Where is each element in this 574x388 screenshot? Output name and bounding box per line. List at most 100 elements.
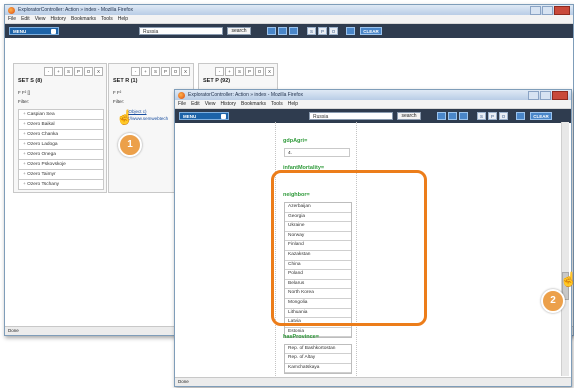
menu-file[interactable]: File (178, 101, 186, 107)
menu-label: MENU (13, 29, 27, 34)
panel-p-button[interactable]: P (161, 67, 170, 76)
list-item[interactable]: Ozero Taimyr (18, 170, 104, 180)
spo-s-button[interactable]: S (307, 27, 316, 35)
gdpagri-value[interactable]: 4. (284, 148, 350, 157)
vertical-scrollbar[interactable] (561, 122, 569, 376)
hand-cursor-icon: ☝ (116, 109, 134, 125)
firefox-icon (8, 6, 15, 14)
spo-p-button[interactable]: P (318, 27, 327, 35)
panel-s-button[interactable]: S (151, 67, 160, 76)
menu-edit[interactable]: Edit (21, 16, 30, 22)
set-s-panel: -+SPOX SET S (8) F F² [] Filter: Caspian… (13, 63, 107, 193)
set-title: SET P (92) (203, 78, 231, 84)
filter-label: Filter: (113, 99, 125, 104)
back-app-toolbar: MENU Russia search S P O CLEAR (5, 24, 573, 38)
attr-hasprovince: hasProvince= (283, 334, 319, 340)
step-1-badge: 1 (118, 133, 142, 157)
chevron-down-icon (221, 114, 226, 119)
front-menu-dropdown[interactable]: MENU (179, 112, 229, 120)
menu-help[interactable]: Help (288, 101, 298, 107)
back-search-input[interactable]: Russia (139, 27, 223, 35)
back-menu-bar: File Edit View History Bookmarks Tools H… (5, 15, 573, 24)
back-menu-dropdown[interactable]: MENU (9, 27, 59, 35)
set-toggles[interactable]: F F² (113, 90, 121, 95)
spo-o-button[interactable]: O (329, 27, 338, 35)
panel-x-button[interactable]: X (265, 67, 274, 76)
menu-file[interactable]: File (8, 16, 16, 22)
firefox-icon (178, 91, 185, 99)
set-title: SET S (8) (18, 78, 43, 84)
set-title: SET R (1) (113, 78, 138, 84)
panel-minus-button[interactable]: - (131, 67, 140, 76)
front-status-bar: Done (175, 377, 571, 386)
hasprovince-list: Rep. of Bashkortostan Rep. of Altay Kamc… (284, 344, 352, 375)
chevron-down-icon (51, 29, 56, 34)
nav-home-button[interactable] (289, 27, 298, 35)
close-button[interactable] (554, 6, 570, 15)
filter-label: Filter: (18, 99, 30, 104)
spo-p-button[interactable]: P (488, 112, 497, 120)
list-item[interactable]: Ozero Onega (18, 150, 104, 160)
maximize-button[interactable] (540, 91, 551, 100)
panel-x-button[interactable]: X (181, 67, 190, 76)
nav-forward-button[interactable] (448, 112, 457, 120)
list-item[interactable]: Ozero Pskovskoje (18, 160, 104, 170)
panel-p-button[interactable]: P (245, 67, 254, 76)
menu-tools[interactable]: Tools (271, 101, 283, 107)
menu-view[interactable]: View (35, 16, 46, 22)
panel-plus-button[interactable]: + (141, 67, 150, 76)
list-item[interactable]: Kamchatskaya (285, 364, 351, 374)
menu-bookmarks[interactable]: Bookmarks (71, 16, 96, 22)
front-title-bar: ExploratorController: Action » index - M… (175, 90, 571, 100)
menu-tools[interactable]: Tools (101, 16, 113, 22)
list-item[interactable]: Ozero Ladoga (18, 140, 104, 150)
minimize-button[interactable] (530, 6, 541, 15)
front-browser-window: ExploratorController: Action » index - M… (174, 89, 572, 387)
list-item[interactable]: Ozero Baikal (18, 120, 104, 130)
front-window-title: ExploratorController: Action » index - M… (188, 92, 304, 98)
panel-minus-button[interactable]: - (44, 67, 53, 76)
menu-help[interactable]: Help (118, 16, 128, 22)
list-item[interactable]: Rep. of Bashkortostan (285, 345, 351, 354)
nav-back-button[interactable] (267, 27, 276, 35)
back-search-button[interactable]: search (227, 27, 251, 35)
back-clear-button[interactable]: CLEAR (360, 27, 382, 35)
nav-forward-button[interactable] (278, 27, 287, 35)
menu-view[interactable]: View (205, 101, 216, 107)
panel-plus-button[interactable]: + (54, 67, 63, 76)
spo-s-button[interactable]: S (477, 112, 486, 120)
maximize-button[interactable] (542, 6, 553, 15)
front-clear-button[interactable]: CLEAR (530, 112, 552, 120)
arrow-button[interactable] (516, 112, 525, 120)
spo-o-button[interactable]: O (499, 112, 508, 120)
list-item[interactable]: Ozero Chanka (18, 130, 104, 140)
front-search-input[interactable]: Russia (309, 112, 393, 120)
menu-history[interactable]: History (50, 16, 66, 22)
panel-o-button[interactable]: O (171, 67, 180, 76)
minimize-button[interactable] (528, 91, 539, 100)
arrow-button[interactable] (346, 27, 355, 35)
menu-edit[interactable]: Edit (191, 101, 200, 107)
panel-x-button[interactable]: X (94, 67, 103, 76)
nav-home-button[interactable] (459, 112, 468, 120)
panel-minus-button[interactable]: - (215, 67, 224, 76)
nav-back-button[interactable] (437, 112, 446, 120)
window-controls (528, 91, 568, 100)
list-item[interactable]: Caspian Sea (18, 109, 104, 120)
list-item[interactable]: Rep. of Altay (285, 354, 351, 364)
list-item[interactable]: Ozero Tschany (18, 180, 104, 190)
panel-o-button[interactable]: O (255, 67, 264, 76)
panel-plus-button[interactable]: + (225, 67, 234, 76)
panel-p-button[interactable]: P (74, 67, 83, 76)
panel-o-button[interactable]: O (84, 67, 93, 76)
menu-bookmarks[interactable]: Bookmarks (241, 101, 266, 107)
menu-history[interactable]: History (220, 101, 236, 107)
panel-buttons: - + S P O X (215, 67, 274, 76)
close-button[interactable] (552, 91, 568, 100)
front-search-button[interactable]: search (397, 112, 421, 120)
panel-s-button[interactable]: S (235, 67, 244, 76)
set-toggles[interactable]: F F² [] (18, 90, 30, 95)
window-controls (530, 6, 570, 15)
panel-s-button[interactable]: S (64, 67, 73, 76)
menu-label: MENU (183, 114, 197, 119)
